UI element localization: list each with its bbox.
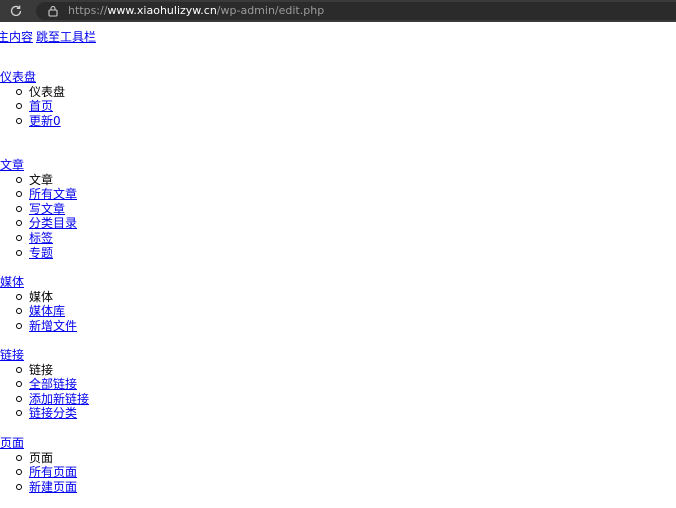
submenu-item-tags: 标签 <box>0 231 77 246</box>
submenu-pages: 页面 所有页面 新建页面 <box>0 451 77 495</box>
menu-section-links: 链接 链接 全部链接 添加新链接 链接分类 <box>0 348 89 421</box>
submenu-current-label: 媒体 <box>29 289 54 304</box>
all-posts-link[interactable]: 所有文章 <box>29 187 77 201</box>
reload-icon[interactable] <box>9 4 23 18</box>
updates-link[interactable]: 更新0 <box>29 114 61 128</box>
add-link-link[interactable]: 添加新链接 <box>29 392 89 406</box>
submenu-current-label: 仪表盘 <box>29 84 66 99</box>
new-page-link[interactable]: 新建页面 <box>29 480 77 494</box>
submenu-item-media-library: 媒体库 <box>0 304 77 319</box>
media-library-link[interactable]: 媒体库 <box>29 304 65 318</box>
submenu-item-all-pages: 所有页面 <box>0 465 77 480</box>
submenu-item-topics: 专题 <box>0 246 77 261</box>
menu-heading-posts[interactable]: 文章 <box>0 158 77 173</box>
submenu-item-link-categories: 链接分类 <box>0 406 89 421</box>
url-host: www.xiaohulizyw.cn <box>107 4 217 17</box>
add-media-link[interactable]: 新增文件 <box>29 319 77 333</box>
submenu-item-home: 首页 <box>0 99 65 114</box>
url-scheme: https:// <box>68 4 108 17</box>
menu-section-media: 媒体 媒体 媒体库 新增文件 <box>0 275 77 333</box>
submenu-item-updates: 更新0 <box>0 114 65 129</box>
menu-section-posts: 文章 文章 所有文章 写文章 分类目录 标签 专题 <box>0 158 77 260</box>
menu-heading-dashboard[interactable]: 仪表盘 <box>0 70 65 85</box>
submenu-item-categories: 分类目录 <box>0 216 77 231</box>
tags-link[interactable]: 标签 <box>29 231 53 245</box>
browser-toolbar: https://www.xiaohulizyw.cn/wp-admin/edit… <box>0 0 676 22</box>
submenu-item-media: 媒体 <box>0 290 77 305</box>
submenu-item-all-links: 全部链接 <box>0 377 89 392</box>
submenu-media: 媒体 媒体库 新增文件 <box>0 290 77 334</box>
skip-to-toolbar-link[interactable]: 跳至工具栏 <box>36 30 96 44</box>
submenu-item-pages: 页面 <box>0 451 77 466</box>
submenu-item-links: 链接 <box>0 363 89 378</box>
url-path: /wp-admin/edit.php <box>216 4 325 17</box>
submenu-item-add-link: 添加新链接 <box>0 392 89 407</box>
url-text[interactable]: https://www.xiaohulizyw.cn/wp-admin/edit… <box>68 4 324 18</box>
skip-to-content-link[interactable]: 主内容 <box>0 30 33 44</box>
submenu-item-dashboard: 仪表盘 <box>0 85 65 100</box>
all-pages-link[interactable]: 所有页面 <box>29 465 77 479</box>
submenu-posts: 文章 所有文章 写文章 分类目录 标签 专题 <box>0 173 77 261</box>
home-link[interactable]: 首页 <box>29 99 53 113</box>
submenu-current-label: 文章 <box>29 172 54 187</box>
submenu-item-new-post: 写文章 <box>0 202 77 217</box>
categories-link[interactable]: 分类目录 <box>29 216 77 230</box>
menu-heading-media[interactable]: 媒体 <box>0 275 77 290</box>
submenu-item-add-media: 新增文件 <box>0 319 77 334</box>
submenu-item-all-posts: 所有文章 <box>0 187 77 202</box>
skip-links: 主内容 跳至工具栏 <box>0 30 99 44</box>
submenu-item-posts: 文章 <box>0 173 77 188</box>
link-categories-link[interactable]: 链接分类 <box>29 406 77 420</box>
lock-icon[interactable] <box>48 5 58 17</box>
menu-section-dashboard: 仪表盘 仪表盘 首页 更新0 <box>0 70 65 128</box>
submenu-item-new-page: 新建页面 <box>0 480 77 495</box>
topics-link[interactable]: 专题 <box>29 246 53 260</box>
submenu-dashboard: 仪表盘 首页 更新0 <box>0 85 65 129</box>
submenu-links: 链接 全部链接 添加新链接 链接分类 <box>0 363 89 421</box>
submenu-current-label: 链接 <box>29 362 54 377</box>
menu-section-pages: 页面 页面 所有页面 新建页面 <box>0 436 77 494</box>
new-post-link[interactable]: 写文章 <box>29 202 65 216</box>
submenu-current-label: 页面 <box>29 450 54 465</box>
menu-heading-pages[interactable]: 页面 <box>0 436 77 451</box>
menu-heading-links[interactable]: 链接 <box>0 348 89 363</box>
all-links-link[interactable]: 全部链接 <box>29 377 77 391</box>
